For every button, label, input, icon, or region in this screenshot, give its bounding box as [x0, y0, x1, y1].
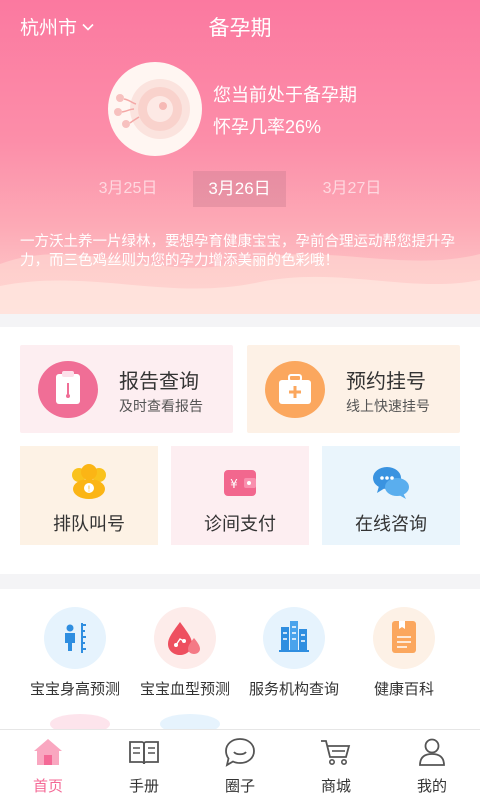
tab-mine[interactable]: 我的	[384, 730, 480, 800]
home-icon	[34, 739, 62, 765]
clinic-payment-card[interactable]: ¥ 诊间支付	[171, 446, 309, 545]
building-icon	[279, 621, 309, 652]
pregnancy-rate: 怀孕几率26%	[213, 117, 322, 137]
building-icon-bg	[263, 607, 325, 669]
daily-tip: 一方沃土养一片绿林，要想孕育健康宝宝，孕前合理运动帮您提升孕力，而三色鸡丝则为您…	[20, 234, 455, 269]
medical-kit-icon	[279, 374, 311, 404]
egg-icon	[114, 79, 190, 139]
queue-number-label: 排队叫号	[53, 514, 125, 534]
cart-icon	[321, 740, 351, 765]
blood-drop-icon	[168, 622, 200, 655]
stage-status: 您当前处于备孕期	[213, 85, 357, 105]
report-query-subtitle: 及时查看报告	[119, 398, 203, 414]
chat-bubbles-icon	[373, 467, 409, 499]
service-org-search[interactable]: 服务机构查询	[234, 607, 354, 699]
health-encyclopedia[interactable]: 健康百科	[344, 607, 464, 699]
height-ruler-icon	[65, 623, 86, 653]
encyclopedia-icon-bg	[373, 607, 435, 669]
book-icon	[392, 621, 416, 653]
date-next[interactable]: 3月27日	[304, 171, 400, 207]
chat-bubble-icon	[225, 738, 255, 767]
report-query-card[interactable]: 报告查询 及时查看报告	[20, 345, 233, 433]
tab-handbook-label: 手册	[128, 778, 159, 795]
date-prev[interactable]: 3月25日	[80, 171, 176, 207]
date-selector: 3月25日 3月26日 3月27日	[0, 171, 480, 207]
wallet-icon: ¥	[224, 470, 256, 496]
tab-handbook[interactable]: 手册	[96, 730, 192, 800]
appointment-card[interactable]: 预约挂号 线上快速挂号	[247, 345, 460, 433]
report-icon-bg	[38, 361, 98, 418]
clinic-payment-label: 诊间支付	[204, 514, 276, 534]
page-title: 备孕期	[208, 17, 272, 40]
ovulation-illustration	[108, 62, 202, 156]
tab-mine-label: 我的	[416, 778, 447, 795]
health-encyclopedia-label: 健康百科	[373, 681, 434, 698]
svg-text:¥: ¥	[230, 477, 238, 491]
baby-blood-type-label: 宝宝血型预测	[139, 681, 230, 698]
appointment-subtitle: 线上快速挂号	[346, 398, 430, 414]
queue-people-icon: !	[72, 464, 106, 499]
tab-home[interactable]: 首页	[0, 730, 96, 800]
report-icon	[56, 371, 80, 404]
section-divider	[0, 314, 480, 327]
appointment-title: 预约挂号	[346, 371, 426, 393]
tab-community[interactable]: 圈子	[192, 730, 288, 800]
svg-text:!: !	[87, 485, 90, 494]
book-icon	[129, 741, 159, 765]
baby-height-predict[interactable]: 宝宝身高预测	[15, 607, 135, 699]
online-consult-label: 在线咨询	[355, 514, 427, 534]
section-divider	[0, 574, 480, 589]
date-current[interactable]: 3月26日	[193, 171, 286, 207]
tab-community-label: 圈子	[224, 778, 255, 795]
baby-height-label: 宝宝身高预测	[29, 681, 120, 698]
height-icon-bg	[44, 607, 106, 669]
user-icon	[419, 738, 445, 766]
tab-mall-label: 商城	[320, 778, 351, 795]
bottom-tab-bar: 首页 手册 圈子 商城 我的	[0, 729, 480, 800]
service-org-label: 服务机构查询	[248, 681, 339, 698]
report-query-title: 报告查询	[119, 371, 199, 393]
appointment-icon-bg	[265, 361, 325, 418]
baby-blood-type-predict[interactable]: 宝宝血型预测	[125, 607, 245, 699]
blood-icon-bg	[154, 607, 216, 669]
online-consult-card[interactable]: 在线咨询	[322, 446, 460, 545]
queue-number-card[interactable]: ! 排队叫号	[20, 446, 158, 545]
header-banner: 杭州市 备孕期 您当前处于备孕期 怀孕几率26% 3月25日 3月26日 3月2…	[0, 0, 480, 314]
tab-mall[interactable]: 商城	[288, 730, 384, 800]
tab-home-label: 首页	[32, 778, 63, 795]
